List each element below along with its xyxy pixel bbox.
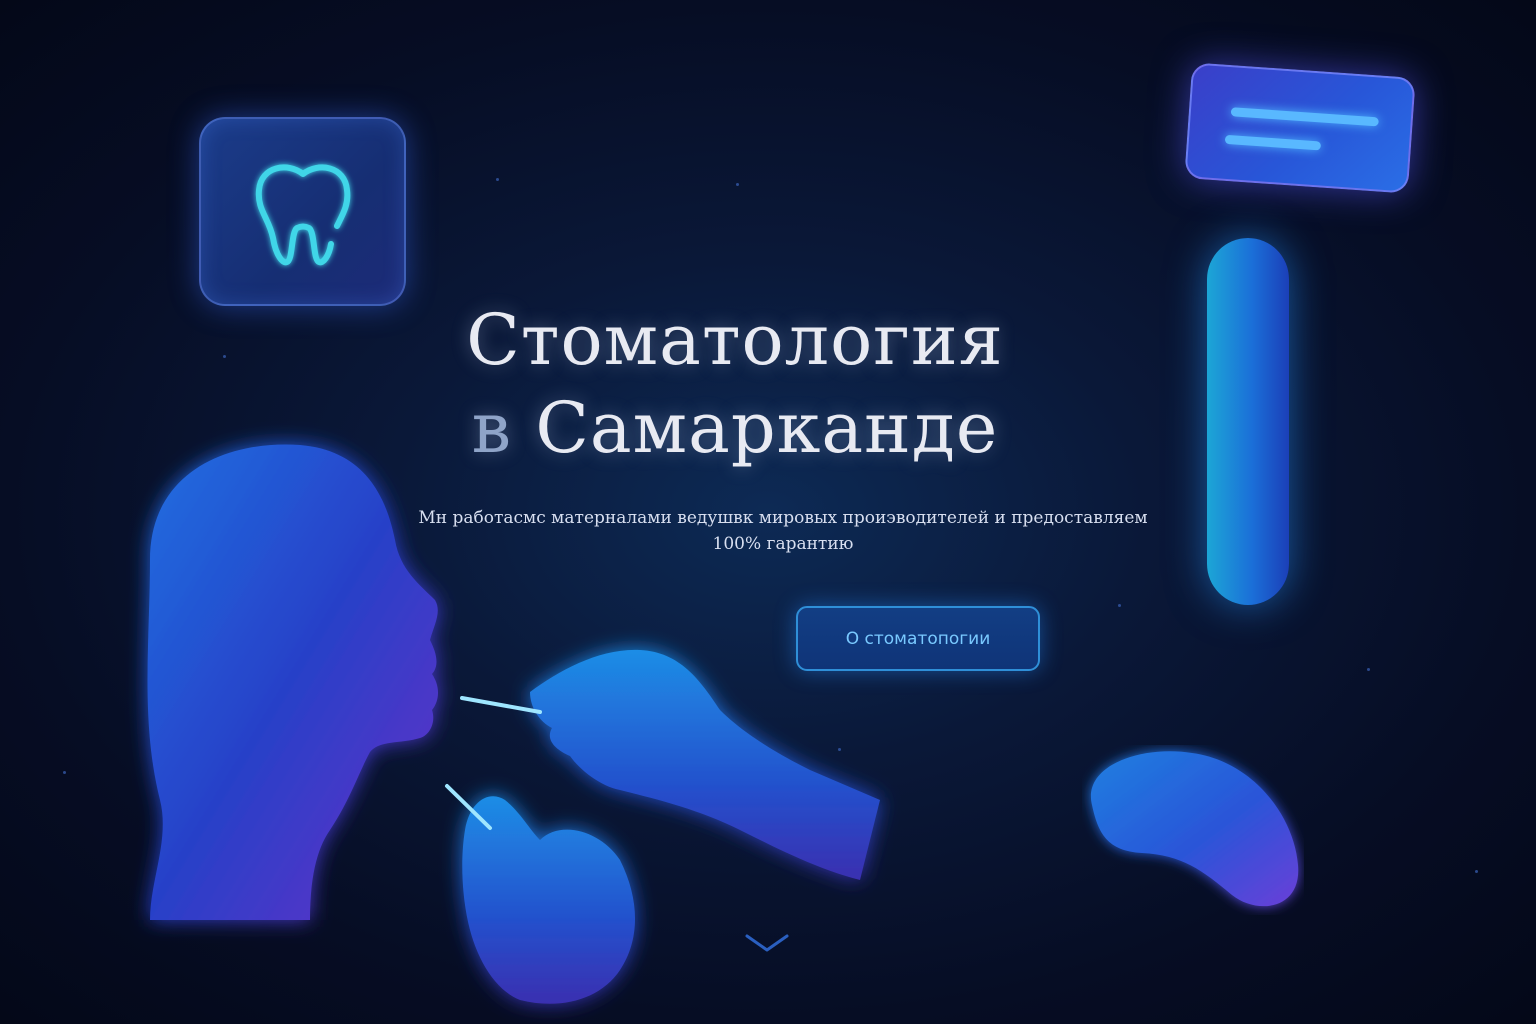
card-icon [1184,62,1416,194]
star-decoration [1367,668,1370,671]
star-decoration [496,178,499,181]
star-decoration [838,748,841,751]
star-decoration [1475,870,1478,873]
page-title: Стоматология в Самарканде [368,296,1102,472]
blob-shape [1090,751,1299,907]
chevron-down-icon[interactable] [743,930,791,954]
card-line [1230,107,1379,127]
subtitle-line-1: Мн работасмс матерналами ведушвк мировых… [418,508,1148,528]
star-decoration [223,355,226,358]
star-decoration [1118,604,1121,607]
card-line [1224,134,1322,151]
hero-subtitle: Мн работасмс матерналами ведушвк мировых… [380,505,1186,557]
title-line-1: Стоматология [466,299,1004,381]
about-dentistry-button[interactable]: О стоматопогии [796,606,1040,671]
dental-probe [460,696,542,714]
hero-section: Стоматология в Самарканде Мн работасмс м… [0,0,1536,1024]
star-decoration [63,771,66,774]
title-prefix: в [471,387,513,469]
star-decoration [736,183,739,186]
dental-mirror [445,784,492,830]
subtitle-line-2: 100% гарантию [712,534,854,554]
lower-hand [462,796,635,1004]
tooth-icon [255,163,350,265]
capsule-icon [1207,238,1289,605]
upper-hand [530,649,880,880]
title-line-2: Самарканде [535,387,999,469]
tooth-tile [199,117,406,306]
